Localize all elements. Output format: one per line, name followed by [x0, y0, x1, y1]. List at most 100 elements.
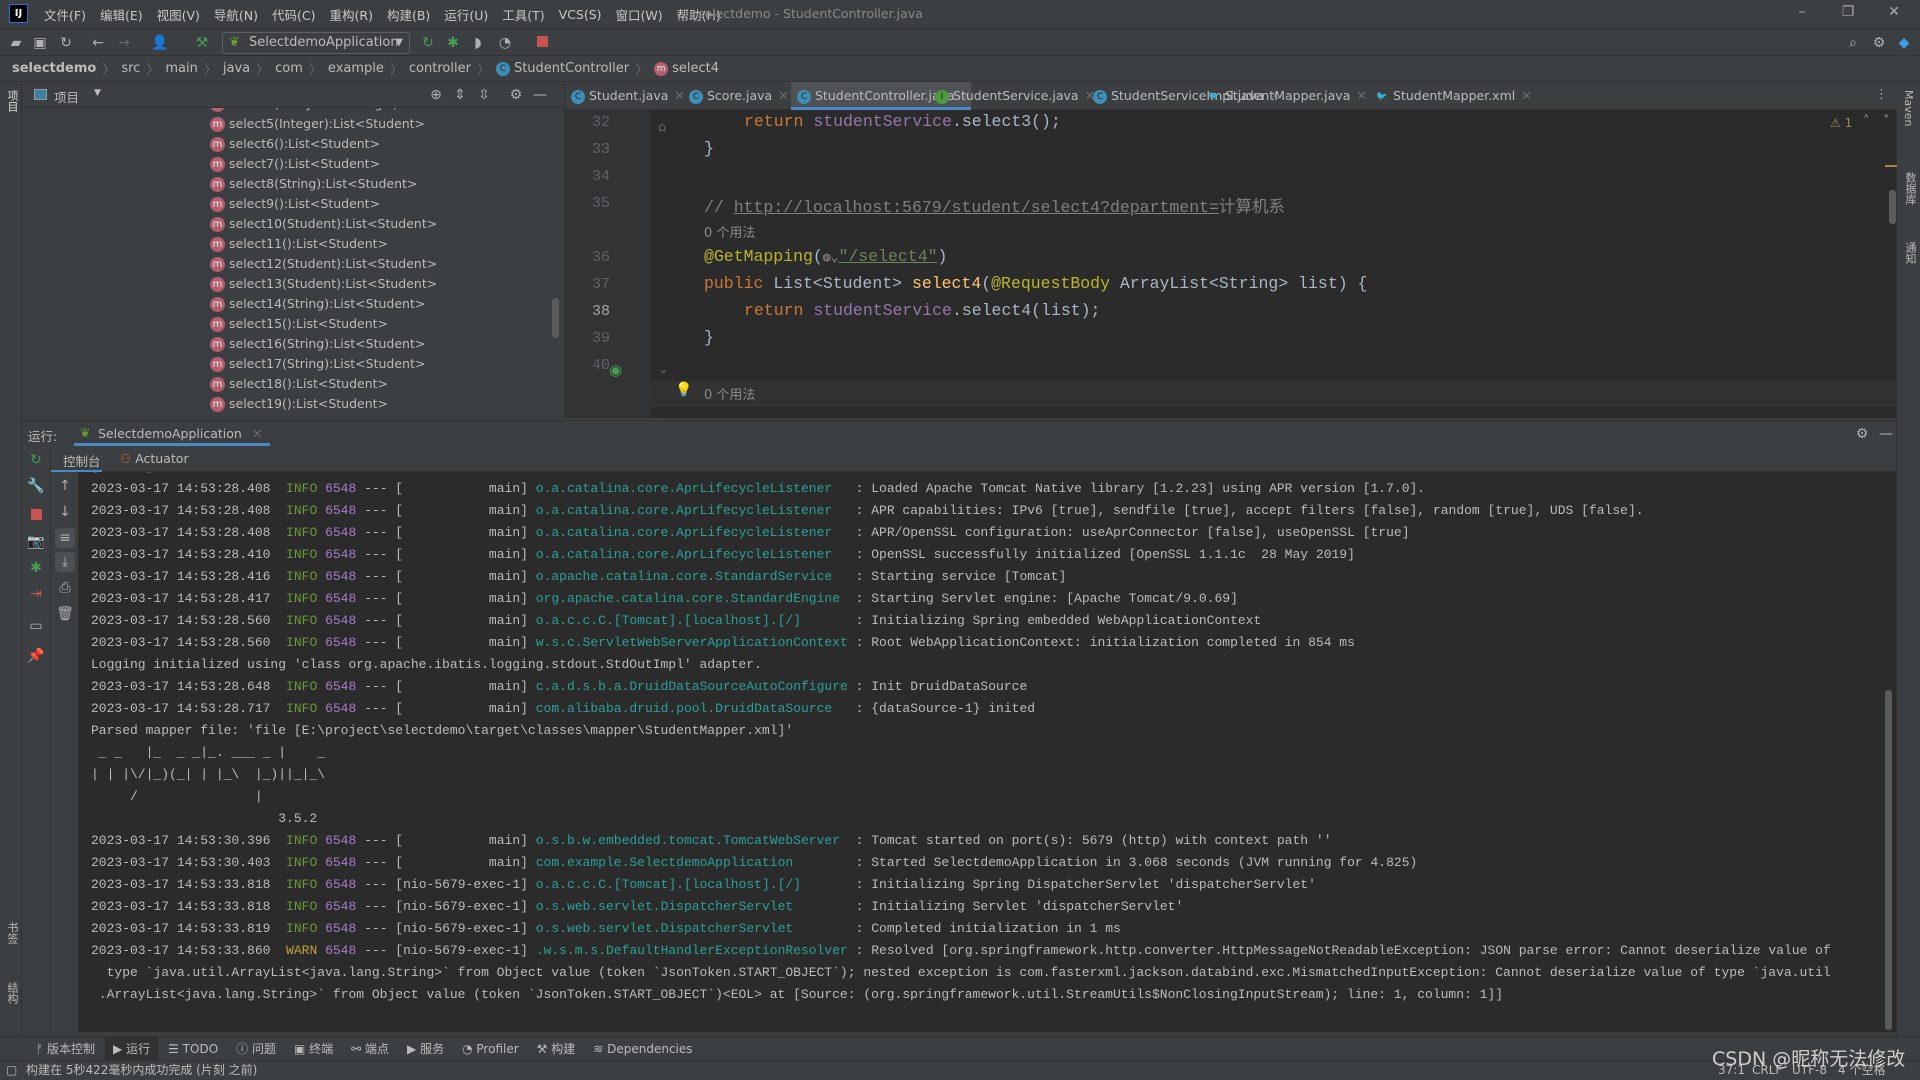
user-icon[interactable]: 👤: [150, 33, 170, 53]
tree-item-method[interactable]: m select8(String):List<Student>: [210, 174, 417, 194]
close-tab-icon[interactable]: ✕: [1356, 88, 1366, 103]
menu-item[interactable]: 编辑(E): [100, 5, 143, 24]
usages-hint[interactable]: 0 个用法: [704, 222, 755, 241]
tree-item-method[interactable]: m select13(Student):List<Student>: [210, 274, 437, 294]
back-icon[interactable]: ←: [88, 33, 108, 53]
minimize-button[interactable]: –: [1782, 4, 1822, 20]
print-icon[interactable]: ⎙: [55, 578, 75, 598]
breadcrumb-item[interactable]: main: [165, 61, 197, 76]
lightbulb-icon[interactable]: 💡: [675, 382, 692, 398]
bottom-tab[interactable]: ▣ 终端: [286, 1037, 341, 1061]
hide-panel-icon[interactable]: —: [530, 85, 550, 105]
up-arrow-icon[interactable]: ↑: [55, 476, 75, 496]
breadcrumb-item[interactable]: java: [223, 61, 250, 76]
menu-item[interactable]: 构建(B): [387, 5, 430, 24]
close-tab-icon[interactable]: ✕: [1521, 88, 1531, 103]
rerun-icon[interactable]: ↻: [26, 450, 46, 470]
scroll-to-end-icon[interactable]: ⤓: [55, 552, 75, 572]
layout-icon[interactable]: ▭: [26, 616, 46, 636]
tree-item-method[interactable]: m select14(String):List<Student>: [210, 294, 425, 314]
soft-wrap-icon[interactable]: ≡: [55, 528, 75, 548]
expand-all-icon[interactable]: ⇕: [450, 85, 470, 105]
settings-icon[interactable]: ⚙: [1869, 33, 1889, 53]
gear-icon[interactable]: ⚙: [1852, 424, 1872, 444]
close-button[interactable]: ✕: [1874, 4, 1914, 20]
bookmarks-tool-button[interactable]: 书签: [4, 922, 20, 944]
breadcrumb-item[interactable]: controller: [409, 61, 471, 76]
tree-item-method[interactable]: m select12(Student):List<Student>: [210, 254, 437, 274]
tree-item-method[interactable]: m select16(String):List<Student>: [210, 334, 425, 354]
database-tool-button[interactable]: 数据库: [1902, 172, 1918, 205]
fold-marker-icon[interactable]: ⌂: [658, 120, 666, 135]
down-arrow-icon[interactable]: ↓: [55, 502, 75, 522]
close-tab-icon[interactable]: ✕: [778, 88, 788, 103]
coverage-icon[interactable]: ◗: [468, 33, 488, 53]
save-icon[interactable]: ▣: [30, 33, 50, 53]
more-tabs-icon[interactable]: ⋮: [1875, 87, 1888, 102]
warning-icon[interactable]: ⚠ 1: [1830, 116, 1852, 130]
breadcrumb-item[interactable]: example: [328, 61, 384, 76]
rerun-icon[interactable]: ↻: [418, 33, 438, 53]
hide-panel-icon[interactable]: —: [1876, 424, 1896, 444]
menu-item[interactable]: 导航(N): [214, 5, 258, 24]
profile-icon[interactable]: ◔: [495, 33, 515, 53]
tab-student-java[interactable]: C Student.java ✕: [565, 82, 685, 110]
fold-marker-icon[interactable]: ⌄: [658, 362, 669, 377]
usages-hint[interactable]: 0 个用法: [704, 384, 755, 403]
camera-icon[interactable]: 📷: [26, 532, 46, 552]
status-toggle-icon[interactable]: ▢: [6, 1061, 17, 1080]
build-hammer-icon[interactable]: ⚒: [192, 33, 212, 53]
restore-button[interactable]: ❐: [1828, 4, 1868, 20]
tree-item-method[interactable]: m select11():List<Student>: [210, 234, 388, 254]
menu-item[interactable]: 视图(V): [157, 5, 200, 24]
tree-item-method[interactable]: m select7():List<Student>: [210, 154, 380, 174]
tab-studentmapper-xml[interactable]: 🐦 StudentMapper.xml ✕: [1369, 82, 1531, 110]
wrench-icon[interactable]: 🔧: [26, 476, 46, 496]
maven-tool-button[interactable]: Maven: [1902, 90, 1915, 126]
menu-item[interactable]: 运行(U): [444, 5, 488, 24]
bottom-tab[interactable]: ▶ 服务: [399, 1037, 452, 1061]
structure-tool-button[interactable]: 结构: [4, 982, 20, 1004]
tab-actuator[interactable]: ⚇ Actuator: [120, 451, 189, 466]
breadcrumb-item[interactable]: com: [275, 61, 303, 76]
debug-attach-icon[interactable]: ✱: [26, 558, 46, 578]
tree-scrollbar[interactable]: [552, 298, 559, 338]
breadcrumb-item[interactable]: C StudentController: [495, 61, 629, 76]
menu-item[interactable]: 窗口(W): [616, 5, 663, 24]
bottom-tab[interactable]: ▶ 运行: [105, 1036, 159, 1061]
bottom-tab[interactable]: ⚯ 端点: [343, 1037, 397, 1061]
bottom-tab[interactable]: ◔ Profiler: [454, 1037, 527, 1061]
prev-highlight-icon[interactable]: ˄: [1863, 114, 1870, 129]
tree-item-method[interactable]: m select9():List<Student>: [210, 194, 380, 214]
status-message[interactable]: 构建在 5秒422毫秒内成功完成 (片刻 之前): [26, 1061, 257, 1080]
bottom-tab[interactable]: ᚠ 版本控制: [28, 1037, 103, 1061]
sync-icon[interactable]: ↻: [56, 33, 76, 53]
stop-icon[interactable]: [532, 33, 552, 53]
tree-item-method[interactable]: m select6():List<Student>: [210, 134, 380, 154]
collapse-all-icon[interactable]: ⇳: [474, 85, 494, 105]
notifications-tool-button[interactable]: 通知: [1902, 242, 1918, 264]
search-icon[interactable]: ⌕: [1843, 33, 1863, 53]
tree-item-method[interactable]: m select10(Student):List<Student>: [210, 214, 437, 234]
tree-item-method[interactable]: m select5(Integer):List<Student>: [210, 114, 425, 134]
stop-icon[interactable]: [26, 506, 46, 526]
menu-item[interactable]: 重构(R): [330, 5, 373, 24]
endpoint-gutter-icon[interactable]: ◉: [609, 361, 622, 379]
next-highlight-icon[interactable]: ˅: [1883, 114, 1890, 129]
project-tool-button[interactable]: 项目: [4, 90, 20, 112]
globe-icon[interactable]: ◍⌄: [823, 250, 839, 265]
project-view-selector[interactable]: 项目: [54, 87, 79, 106]
debug-icon[interactable]: ✱: [443, 33, 463, 53]
tree-item-method[interactable]: m select19():List<Student>: [210, 394, 388, 414]
exit-icon[interactable]: ⇥: [26, 584, 46, 604]
menu-item[interactable]: VCS(S): [559, 7, 602, 22]
menu-item[interactable]: 文件(F): [44, 5, 86, 24]
breadcrumb-item[interactable]: src: [121, 61, 140, 76]
bottom-tab[interactable]: ⚒ 构建: [529, 1037, 584, 1061]
jetbrains-icon[interactable]: ◆: [1894, 33, 1914, 53]
tab-score-java[interactable]: C Score.java ✕: [683, 82, 789, 110]
bottom-tab[interactable]: ≋ Dependencies: [585, 1037, 700, 1061]
warning-stripe[interactable]: [1885, 165, 1897, 167]
editor-scrollbar[interactable]: [1889, 190, 1896, 224]
run-config-dropdown[interactable]: ❦ SelectdemoApplication ▼: [222, 32, 410, 54]
